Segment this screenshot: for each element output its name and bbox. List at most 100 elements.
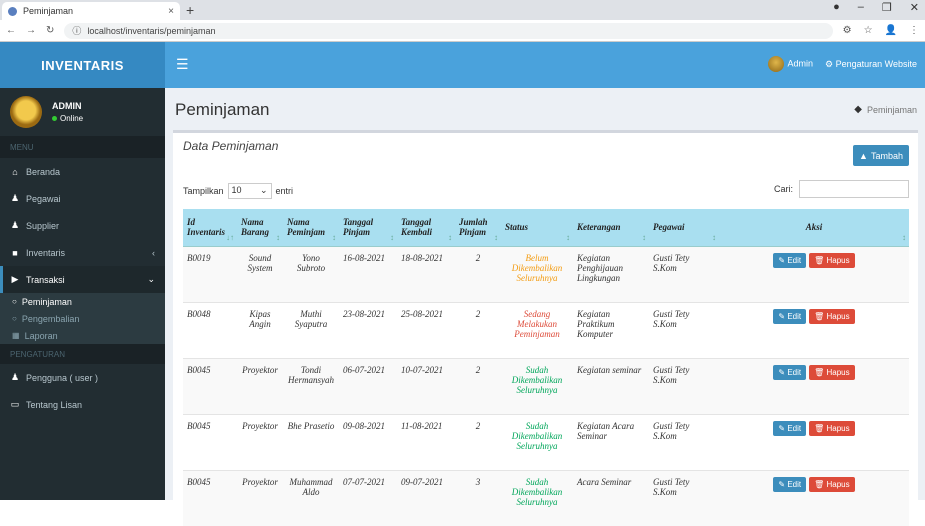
edit-button[interactable]: ✎ Edit bbox=[773, 308, 807, 324]
edit-button[interactable]: ✎ Edit bbox=[773, 420, 807, 436]
maximize-icon[interactable]: ❐ bbox=[882, 1, 892, 14]
edit-button[interactable]: ✎ Edit bbox=[773, 252, 807, 268]
sidebar-item-beranda[interactable]: ⌂ Beranda bbox=[0, 158, 165, 185]
users-icon: ♟ bbox=[10, 220, 20, 230]
table-row: B0045 Proyektor Bhe Prasetio 09-08-2021 … bbox=[183, 413, 909, 470]
th-pegawai[interactable]: Pegawai ↕ bbox=[649, 209, 719, 247]
top-navbar: INVENTARIS ☰ Admin ⚙ Pengaturan Website bbox=[0, 42, 925, 88]
user-menu[interactable]: Admin bbox=[767, 56, 813, 72]
sidebar-header-settings: PENGATURAN bbox=[0, 344, 165, 364]
entries-value: 10 bbox=[231, 185, 242, 195]
search-input[interactable] bbox=[799, 180, 909, 198]
browser-tab[interactable]: Peminjaman × bbox=[2, 2, 180, 20]
th-keterangan[interactable]: Keterangan ↕ bbox=[573, 209, 649, 247]
th-aksi[interactable]: Aksi ↕ bbox=[719, 209, 909, 247]
cell-peminjam: Bhe Prasetio bbox=[283, 413, 339, 470]
url-input[interactable]: ⓘ localhost/inventaris/peminjaman bbox=[64, 22, 833, 39]
edit-button[interactable]: ✎ Edit bbox=[773, 476, 807, 492]
brand-logo[interactable]: INVENTARIS bbox=[0, 42, 165, 88]
cell-jumlah: 3 bbox=[455, 469, 501, 526]
sidebar-item-pegawai[interactable]: ♟ Pegawai bbox=[0, 185, 165, 212]
dashboard-icon[interactable]: ◆ bbox=[854, 104, 862, 115]
add-button-label: Tambah bbox=[870, 150, 903, 161]
cell-kembali: 09-07-2021 bbox=[397, 469, 455, 526]
sidebar-header: MENU bbox=[0, 136, 165, 158]
bookmark-icon[interactable]: ☆ bbox=[864, 25, 873, 36]
breadcrumb-item[interactable]: Peminjaman bbox=[867, 105, 917, 115]
cell-aksi: ✎ Edit 🗑 Hapus bbox=[719, 357, 909, 414]
submenu-item-pengembalian[interactable]: ○ Pengembalian bbox=[0, 310, 165, 327]
cell-pegawai: Gusti Tety S.Kom bbox=[649, 301, 719, 358]
minimize-icon[interactable]: – bbox=[858, 1, 864, 14]
entries-select[interactable]: 10 ⌄ bbox=[227, 183, 272, 199]
cell-aksi: ✎ Edit 🗑 Hapus bbox=[719, 469, 909, 526]
report-icon: ▦ bbox=[12, 331, 20, 340]
sidebar-item-label: Pegawai bbox=[26, 193, 61, 204]
avatar bbox=[10, 96, 42, 128]
transaksi-submenu: ○ Peminjaman ○ Pengembalian ▦ Laporan bbox=[0, 293, 165, 344]
cell-kembali: 18-08-2021 bbox=[397, 245, 455, 302]
status-badge: Sudah Dikembalikan Seluruhnya bbox=[501, 413, 573, 470]
th-kembali[interactable]: Tanggal Kembali ↕ bbox=[397, 209, 455, 247]
delete-button[interactable]: 🗑 Hapus bbox=[809, 364, 855, 380]
close-window-icon[interactable]: ✕ bbox=[910, 1, 919, 14]
cell-barang: Proyektor bbox=[237, 357, 283, 414]
sidebar-item-tentang[interactable]: ▭ Tentang Lisan bbox=[0, 391, 165, 418]
sidebar-item-pengguna[interactable]: ♟ Pengguna ( user ) bbox=[0, 364, 165, 391]
cell-id: B0045 bbox=[183, 357, 237, 414]
menu-icon[interactable]: ⋮ bbox=[909, 25, 919, 36]
cell-barang: Proyektor bbox=[237, 413, 283, 470]
delete-button[interactable]: 🗑 Hapus bbox=[809, 308, 855, 324]
th-pinjam[interactable]: Tanggal Pinjam ↕ bbox=[339, 209, 397, 247]
sidebar-item-inventaris[interactable]: ■ Inventaris ‹ bbox=[0, 239, 165, 266]
avatar bbox=[767, 56, 784, 72]
user-icon: ♟ bbox=[10, 193, 20, 203]
add-button[interactable]: ▲ Tambah bbox=[853, 145, 909, 166]
cell-keterangan: Kegiatan Praktikum Komputer bbox=[573, 301, 649, 358]
th-barang[interactable]: Nama Barang ↕ bbox=[237, 209, 283, 247]
cell-kembali: 11-08-2021 bbox=[397, 413, 455, 470]
forward-icon[interactable]: → bbox=[26, 25, 36, 36]
chevron-down-icon: ⌄ bbox=[147, 274, 155, 284]
sidebar-toggle-icon[interactable]: ☰ bbox=[176, 56, 189, 73]
table-row: B0019 Sound System Yono Subroto 16-08-20… bbox=[183, 245, 909, 302]
submenu-item-peminjaman[interactable]: ○ Peminjaman bbox=[0, 293, 165, 310]
th-peminjam[interactable]: Nama Peminjam ↕ bbox=[283, 209, 339, 247]
th-jumlah[interactable]: Jumlah Pinjam ↕ bbox=[455, 209, 501, 247]
account-icon[interactable]: 👤 bbox=[885, 25, 897, 36]
submenu-item-laporan[interactable]: ▦ Laporan bbox=[0, 327, 165, 344]
cell-jumlah: 2 bbox=[455, 245, 501, 302]
show-label: Tampilkan bbox=[183, 186, 224, 196]
cell-id: B0045 bbox=[183, 469, 237, 526]
sidebar-item-supplier[interactable]: ♟ Supplier bbox=[0, 212, 165, 239]
th-id[interactable]: Id Inventaris ↓↑ bbox=[183, 209, 237, 247]
box-title: Data Peminjaman bbox=[183, 139, 279, 153]
table-row: B0045 Proyektor Tondi Hermansyah 06-07-2… bbox=[183, 357, 909, 414]
close-tab-icon[interactable]: × bbox=[168, 6, 174, 17]
chevron-down-icon: ⌄ bbox=[259, 185, 268, 195]
delete-button[interactable]: 🗑 Hapus bbox=[809, 252, 855, 268]
sidebar-item-transaksi[interactable]: ▶ Transaksi ⌄ bbox=[0, 266, 165, 293]
sidebar-item-label: Pengguna ( user ) bbox=[26, 372, 99, 383]
cell-barang: Proyektor bbox=[237, 469, 283, 526]
status-badge: Sudah Dikembalikan Seluruhnya bbox=[501, 357, 573, 414]
settings-link[interactable]: ⚙ Pengaturan Website bbox=[825, 59, 917, 70]
cell-kembali: 25-08-2021 bbox=[397, 301, 455, 358]
cell-peminjam: Tondi Hermansyah bbox=[283, 357, 339, 414]
address-bar: ← → ↻ ⓘ localhost/inventaris/peminjaman … bbox=[0, 20, 925, 42]
cell-pegawai: Gusti Tety S.Kom bbox=[649, 245, 719, 302]
new-tab-button[interactable]: + bbox=[186, 2, 194, 18]
favicon-icon bbox=[8, 6, 17, 16]
cell-pinjam: 07-07-2021 bbox=[339, 469, 397, 526]
profile-icon[interactable]: ● bbox=[833, 1, 840, 14]
sidebar-item-label: Inventaris bbox=[26, 247, 66, 258]
th-status[interactable]: Status ↕ bbox=[501, 209, 573, 247]
extension-icon[interactable]: ⚙ bbox=[843, 25, 852, 36]
back-icon[interactable]: ← bbox=[6, 25, 16, 36]
reload-icon[interactable]: ↻ bbox=[46, 25, 54, 36]
browser-tab-bar: Peminjaman × + ● – ❐ ✕ bbox=[0, 0, 925, 20]
edit-button[interactable]: ✎ Edit bbox=[773, 364, 807, 380]
delete-button[interactable]: 🗑 Hapus bbox=[809, 476, 855, 492]
delete-button[interactable]: 🗑 Hapus bbox=[809, 420, 855, 436]
cell-id: B0019 bbox=[183, 245, 237, 302]
